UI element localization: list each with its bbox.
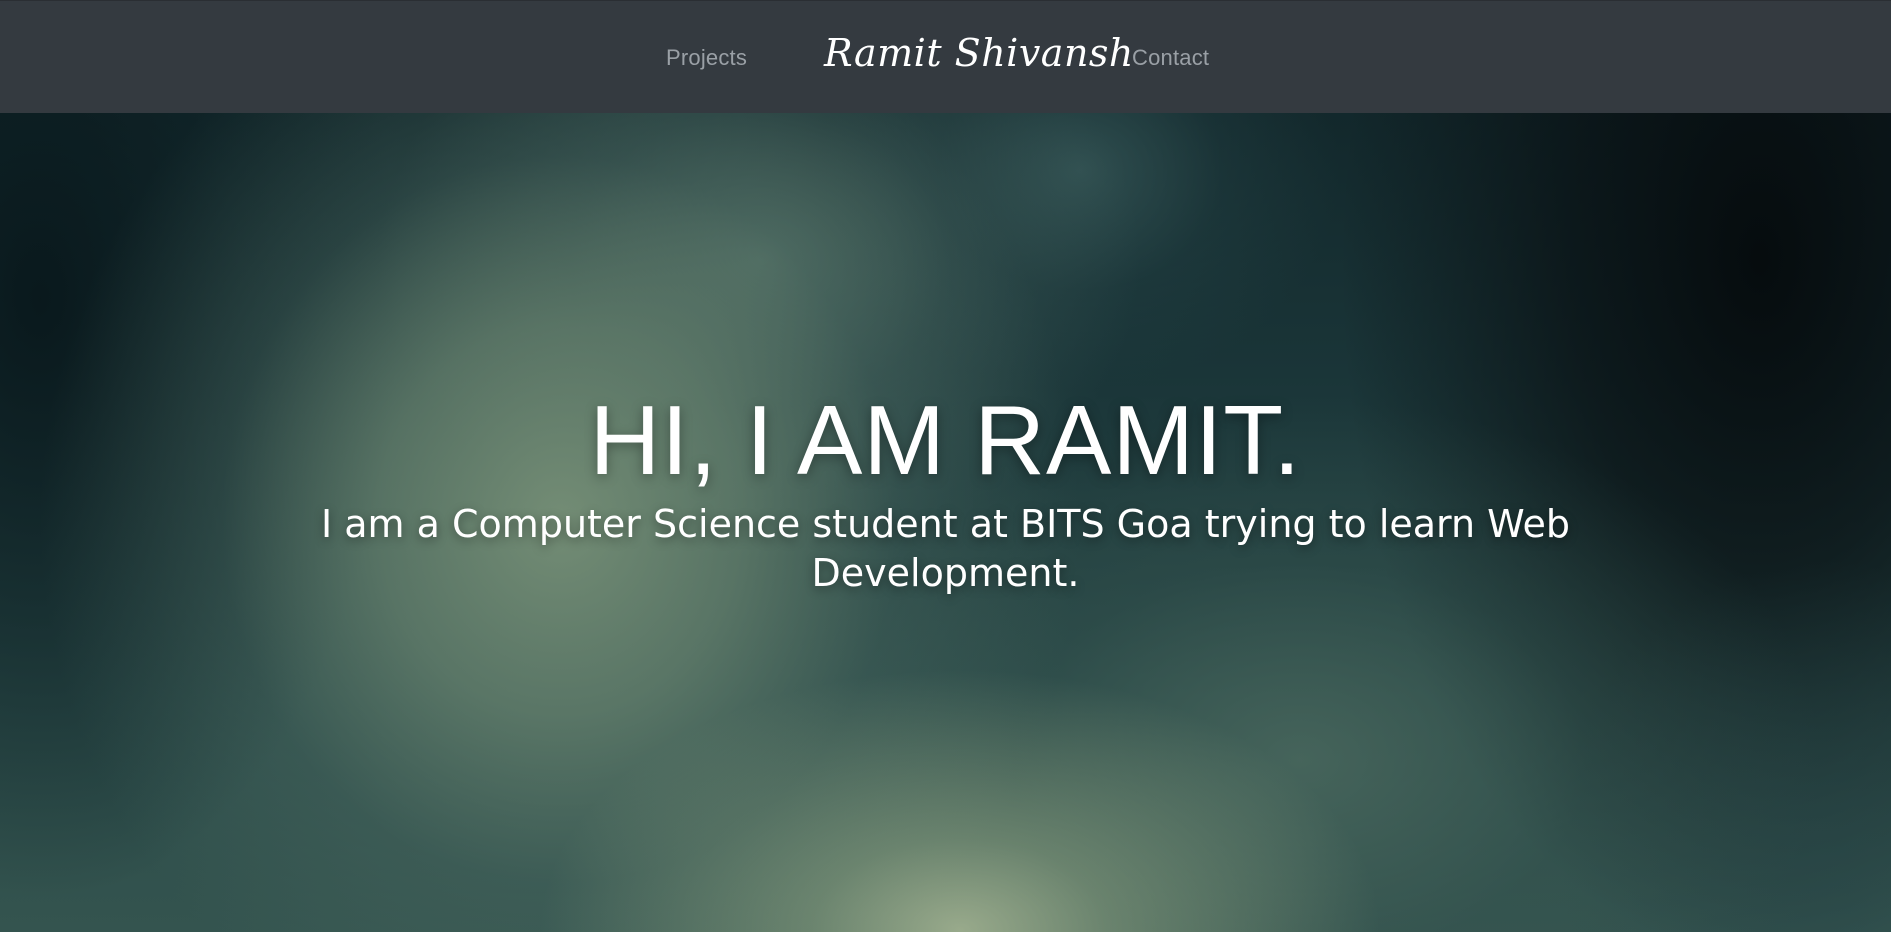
brand-logo[interactable]: Ramit Shivansh bbox=[824, 31, 1134, 75]
hero-subtitle: I am a Computer Science student at BITS … bbox=[320, 502, 1571, 595]
page: Projects Ramit Shivansh Contact HI, I AM… bbox=[0, 0, 1891, 932]
navbar: Projects Ramit Shivansh Contact bbox=[0, 0, 1891, 113]
hero-content: HI, I AM RAMIT. I am a Computer Science … bbox=[0, 380, 1891, 598]
hero-title: HI, I AM RAMIT. bbox=[589, 385, 1302, 495]
nav-link-contact[interactable]: Contact bbox=[1132, 45, 1209, 71]
nav-link-projects[interactable]: Projects bbox=[666, 45, 747, 71]
